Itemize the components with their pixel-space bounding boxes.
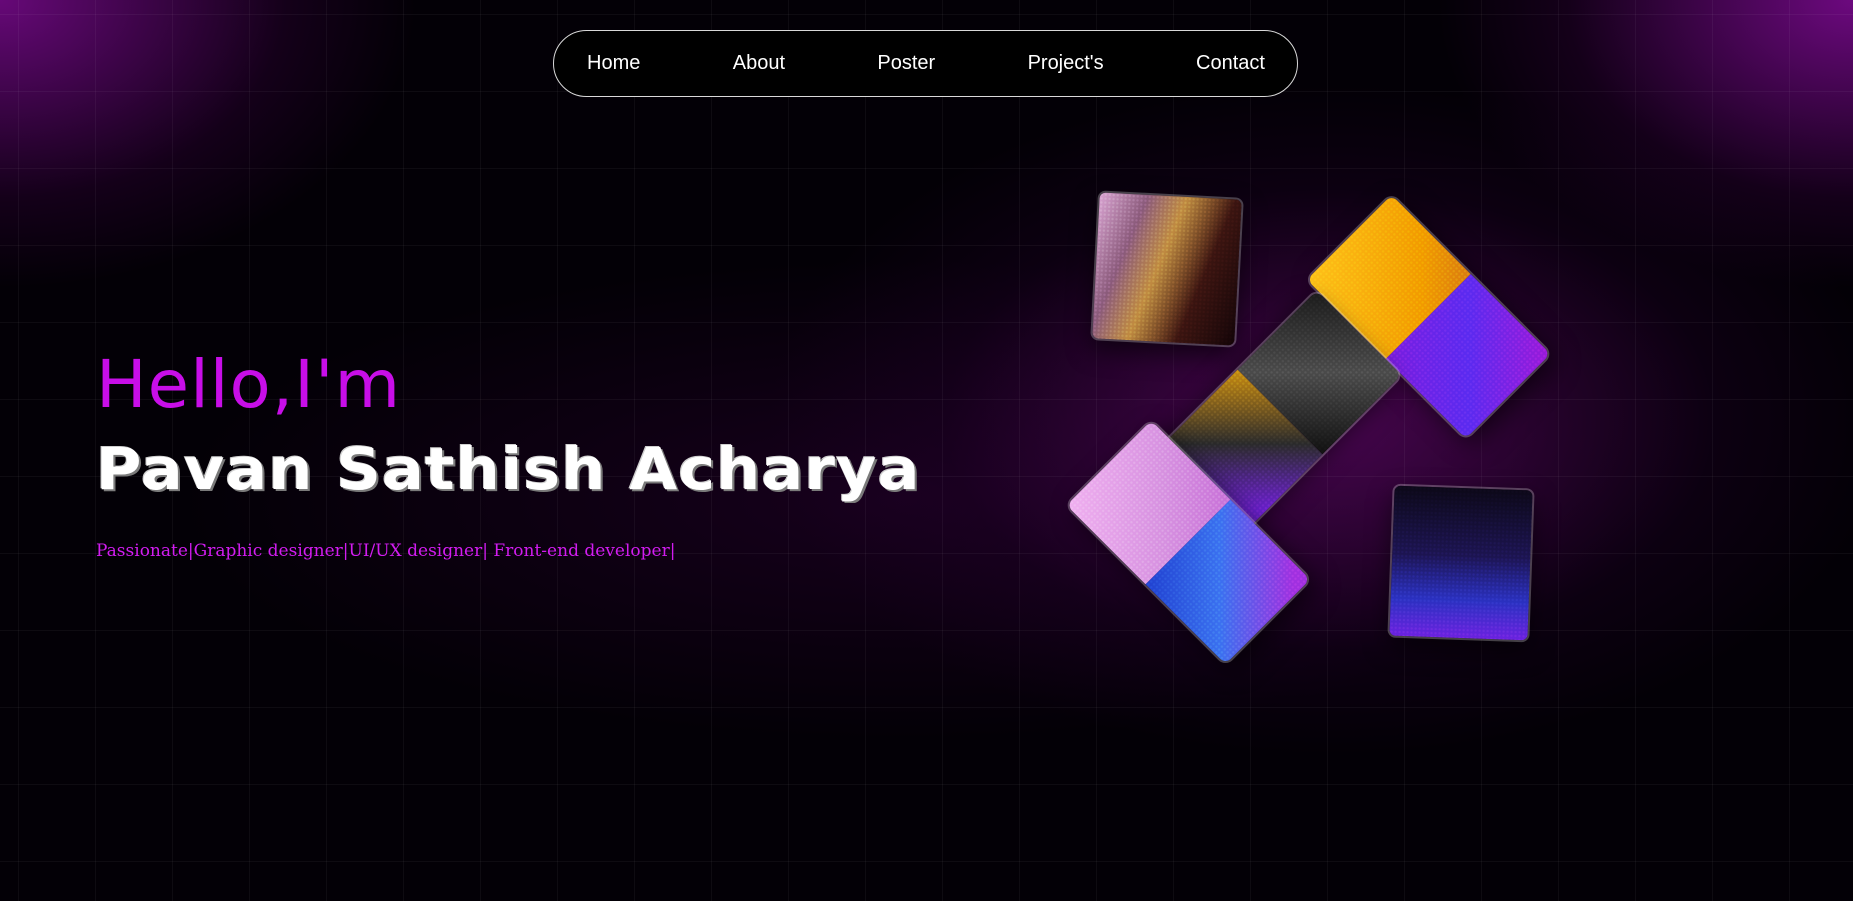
hero-tagline: Passionate|Graphic designer|UI/UX design…	[96, 541, 676, 561]
hero-cubes-illustration	[1040, 140, 1600, 700]
nav-link-contact[interactable]: Contact	[1196, 52, 1265, 75]
nav-link-projects[interactable]: Project's	[1028, 52, 1104, 75]
hero-greeting: Hello,I'm	[96, 346, 402, 423]
cube-bottom-right	[1389, 485, 1533, 641]
hero-name: Pavan Sathish Acharya	[96, 435, 921, 503]
cube-top-left	[1092, 192, 1242, 346]
nav-link-poster[interactable]: Poster	[877, 52, 935, 75]
page: Home About Poster Project's Contact Hell…	[0, 0, 1853, 901]
nav-link-home[interactable]: Home	[587, 52, 640, 75]
nav-link-about[interactable]: About	[733, 52, 785, 75]
navbar: Home About Poster Project's Contact	[553, 30, 1298, 97]
